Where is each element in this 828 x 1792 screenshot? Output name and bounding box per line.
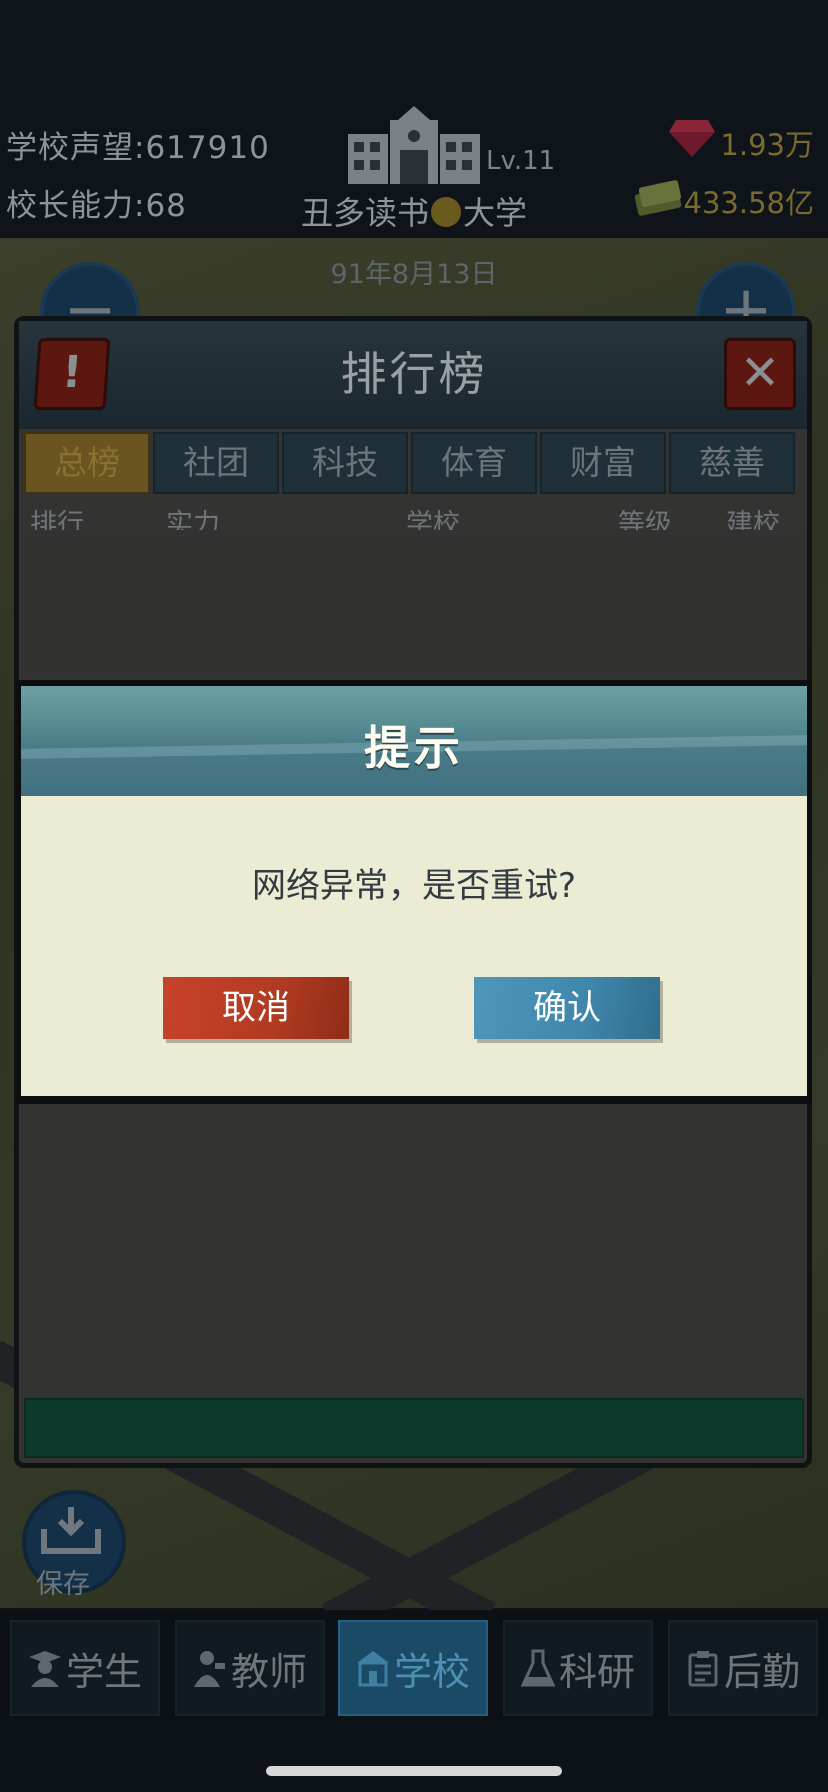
gem-count: 1.93万 — [720, 128, 814, 162]
reputation-label: 学校声望: — [6, 130, 146, 166]
teacher-icon — [193, 1651, 225, 1687]
exclamation-icon: ! — [60, 347, 84, 398]
save-label: 保存 — [36, 1569, 90, 1600]
leaderboard-list — [24, 530, 804, 678]
school-level: Lv.11 — [486, 146, 556, 176]
flask-icon — [520, 1649, 555, 1687]
nav-school[interactable]: 学校 — [338, 1620, 488, 1716]
nav-students[interactable]: 学生 — [10, 1620, 160, 1716]
my-rank-bar — [24, 1398, 804, 1458]
school-icon — [356, 1651, 389, 1687]
nerd-face-icon — [431, 197, 461, 227]
bottom-nav: 学生 教师 学校 科研 后勤 — [0, 1610, 828, 1720]
warning-button[interactable]: ! — [33, 338, 111, 410]
school-name-part2: 大学 — [463, 194, 528, 232]
school-building-icon — [348, 106, 480, 184]
home-indicator[interactable] — [266, 1766, 562, 1776]
tab-clubs[interactable]: 社团 — [153, 432, 279, 494]
dialog-title: 提示 — [364, 721, 464, 775]
student-icon — [28, 1651, 61, 1687]
tab-wealth[interactable]: 财富 — [540, 432, 666, 494]
download-icon — [41, 1507, 101, 1554]
money-icon — [634, 180, 682, 216]
tab-technology[interactable]: 科技 — [282, 432, 408, 494]
nav-logistics[interactable]: 后勤 — [668, 1620, 818, 1716]
tab-charity[interactable]: 慈善 — [669, 432, 795, 494]
clipboard-icon — [688, 1651, 718, 1687]
nav-label: 学校 — [393, 1649, 470, 1694]
nav-teachers[interactable]: 教师 — [175, 1620, 325, 1716]
dialog-message: 网络异常，是否重试? — [251, 866, 577, 906]
cancel-button[interactable]: 取消 — [163, 977, 349, 1039]
nav-label: 学生 — [65, 1649, 142, 1694]
money-count: 433.58亿 — [683, 186, 814, 220]
leaderboard-tabs: 总榜 社团 科技 体育 财富 慈善 — [24, 432, 804, 496]
nav-research[interactable]: 科研 — [503, 1620, 653, 1716]
reputation-value: 617910 — [145, 130, 270, 166]
school-reputation: 学校声望:617910 — [6, 122, 270, 167]
nav-label: 后勤 — [723, 1649, 800, 1694]
tab-sports[interactable]: 体育 — [411, 432, 537, 494]
close-icon: ✕ — [739, 345, 781, 401]
close-button[interactable]: ✕ — [724, 338, 796, 410]
nav-label: 科研 — [558, 1649, 635, 1694]
dialog-body — [21, 796, 807, 1096]
leaderboard-title: 排行榜 — [340, 347, 488, 401]
school-name-part1: 丑多读书 — [300, 194, 429, 232]
nav-label: 教师 — [230, 1649, 307, 1694]
tab-overall[interactable]: 总榜 — [24, 432, 150, 494]
confirm-button[interactable]: 确认 — [474, 977, 660, 1039]
gem-icon — [669, 120, 715, 157]
